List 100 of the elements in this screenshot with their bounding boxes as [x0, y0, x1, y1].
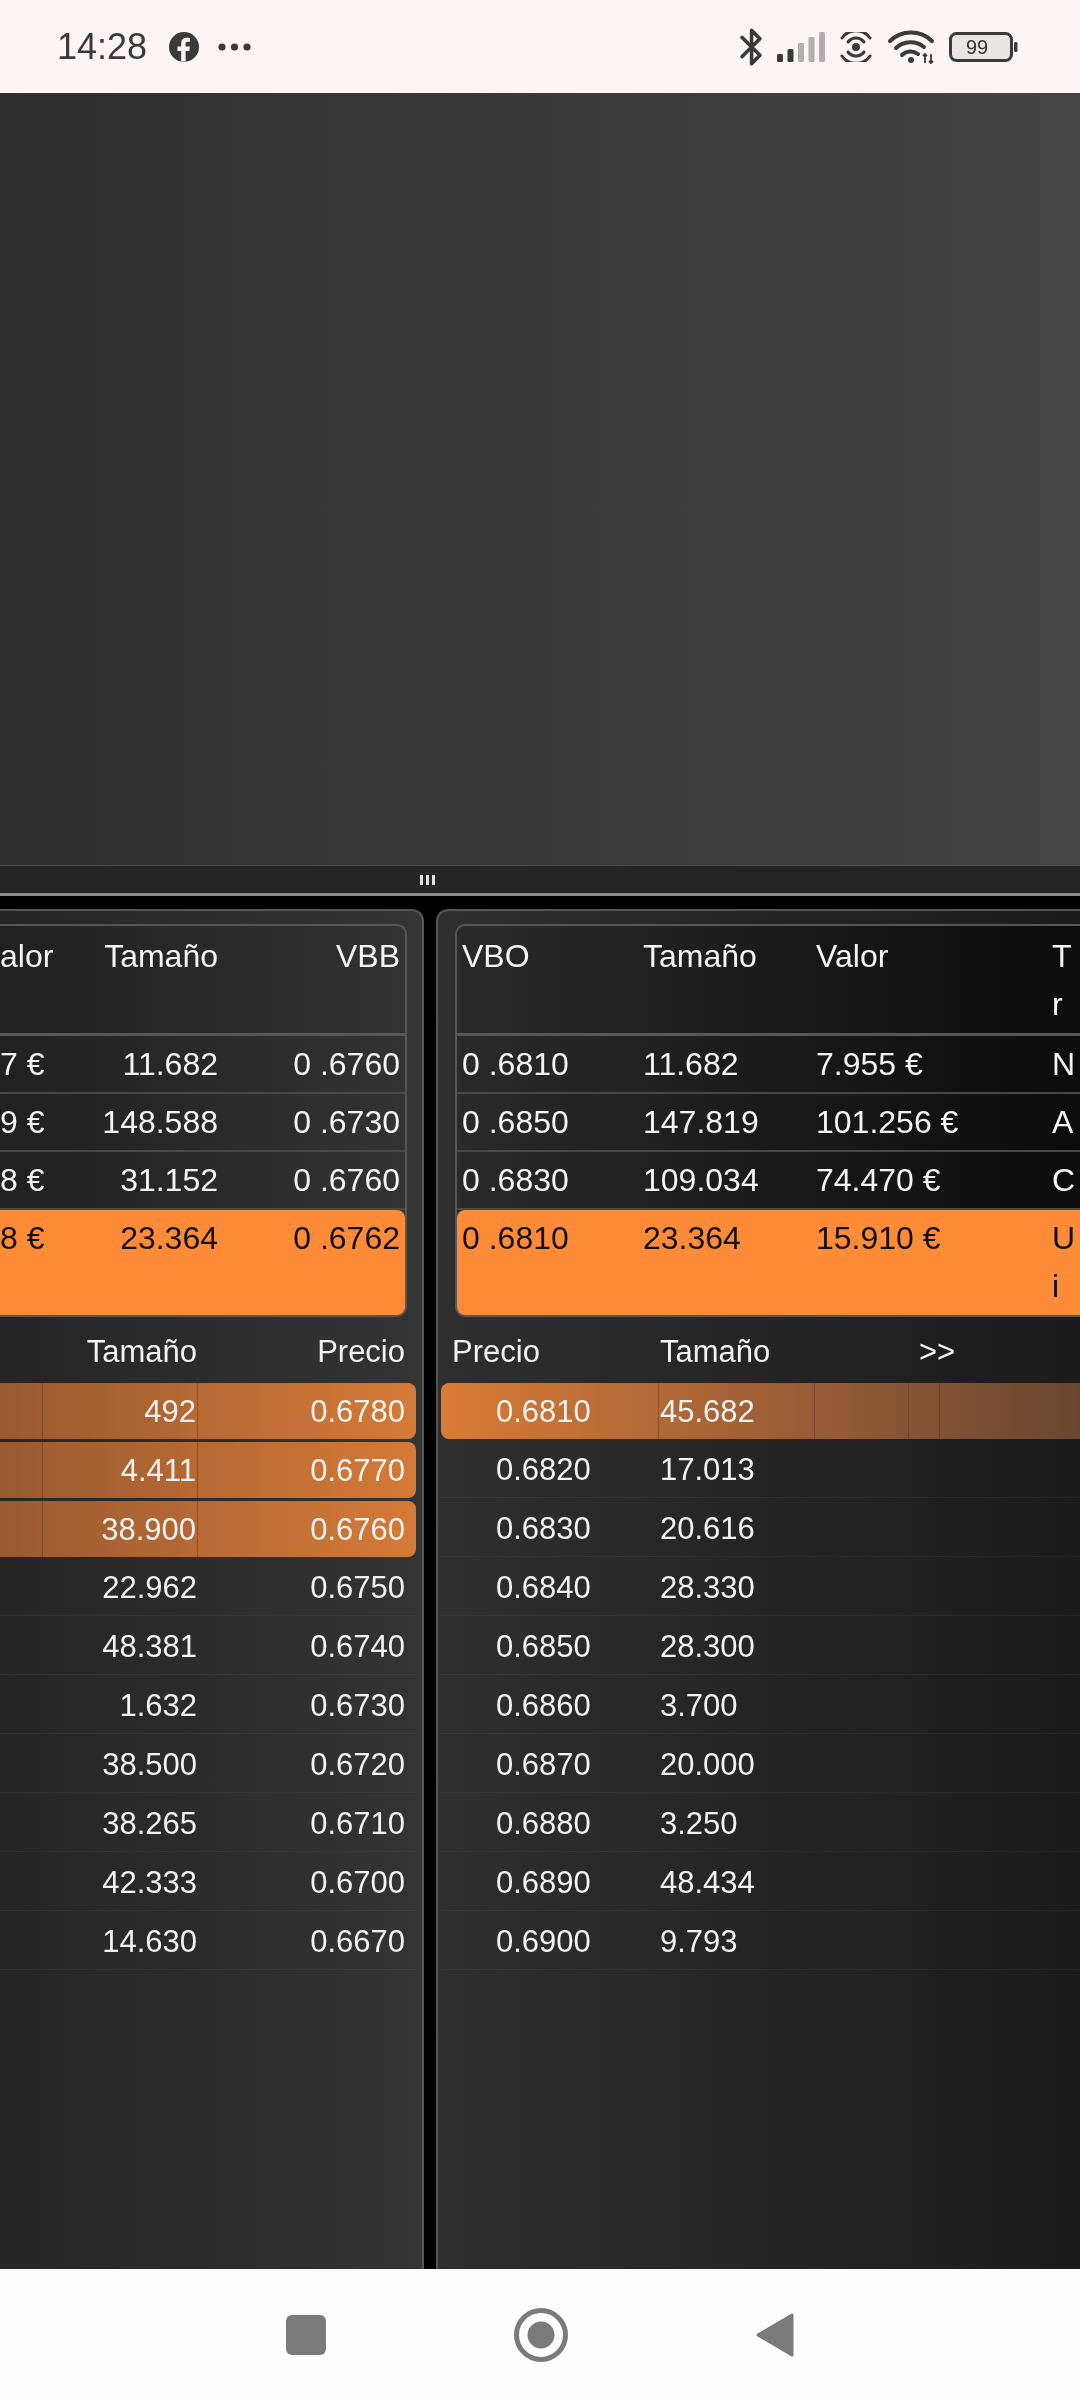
more-columns-button[interactable]: >> — [919, 1335, 956, 1367]
order-row[interactable]: 4.411 0.6770 — [0, 1442, 416, 1498]
table-cell-text: 9 € — [0, 1103, 45, 1142]
table-cell-text: N — [1052, 1045, 1076, 1084]
size-cell: 28.300 — [660, 1631, 755, 1662]
column-header: Valor — [816, 937, 889, 976]
size-cell: 22.962 — [102, 1572, 197, 1603]
size-cell: 45.682 — [660, 1395, 755, 1427]
table-cell-text: 109.034 — [643, 1161, 759, 1200]
order-row[interactable]: 38.500 0.6720 — [0, 1737, 416, 1793]
table-cell-text: A — [1052, 1103, 1074, 1142]
table-row[interactable]: 9 € 148.588 0 .6730 — [0, 1094, 405, 1152]
table-row[interactable]: 0 .6810 11.682 7.955 € N — [457, 1036, 1080, 1094]
recents-icon[interactable] — [286, 2314, 326, 2355]
table-cell-text: 0 .6730 — [293, 1103, 400, 1142]
table-cell-text: 0 .6830 — [462, 1161, 569, 1200]
home-icon[interactable] — [514, 2307, 568, 2362]
table-cell-text: 148.588 — [102, 1103, 218, 1142]
order-row[interactable]: 22.962 0.6750 — [0, 1560, 416, 1616]
table-cell-text: 0 .6810 — [462, 1045, 569, 1084]
column-header: Precio — [317, 1333, 405, 1369]
order-row[interactable]: 0.6820 17.013 — [441, 1442, 1080, 1498]
column-header: Tamaño — [86, 1333, 197, 1369]
size-cell: 38.265 — [102, 1808, 197, 1839]
size-cell: 48.434 — [660, 1867, 755, 1898]
order-row[interactable]: 0.6810 45.682 — [441, 1383, 1080, 1439]
table-cell-text: 23.364 — [120, 1219, 218, 1258]
price-cell: 0.6700 — [310, 1867, 405, 1898]
size-cell: 3.700 — [660, 1690, 738, 1721]
bluetooth-icon — [738, 27, 764, 66]
battery-icon — [949, 31, 1018, 62]
table-cell-text: 31.152 — [120, 1161, 218, 1200]
table-cell-text: 0 .6762 — [293, 1219, 400, 1258]
table-cell-text: 0 .6810 — [462, 1219, 569, 1258]
size-cell: 492 — [144, 1395, 196, 1427]
back-icon[interactable] — [756, 2311, 794, 2358]
order-row[interactable]: 492 0.6780 — [0, 1383, 416, 1439]
table-cell-text: 11.682 — [122, 1045, 218, 1084]
price-cell: 0.6830 — [496, 1513, 591, 1544]
size-cell: 20.616 — [660, 1513, 755, 1544]
price-cell: 0.6820 — [496, 1454, 591, 1485]
size-cell: 38.500 — [102, 1749, 197, 1780]
price-cell: 0.6730 — [310, 1690, 405, 1721]
order-row[interactable]: 0.6900 9.793 — [441, 1914, 1080, 1970]
size-cell: 4.411 — [120, 1454, 196, 1486]
grip-handle-icon[interactable] — [420, 874, 435, 885]
column-header: T r — [1052, 937, 1072, 1024]
table-cell-text: 0 .6850 — [462, 1103, 569, 1142]
price-cell: 0.6810 — [496, 1395, 591, 1427]
table-row[interactable]: 7 € 11.682 0 .6760 — [0, 1036, 405, 1094]
table-cell-text: 7.955 € — [816, 1045, 923, 1084]
table-cell-text: 23.364 — [643, 1219, 741, 1258]
signal-icon — [777, 31, 826, 62]
price-cell: 0.6780 — [310, 1395, 405, 1427]
price-cell: 0.6850 — [496, 1631, 591, 1662]
table-cell-text: 15.910 € — [816, 1219, 941, 1258]
column-header: Tamaño — [104, 937, 218, 976]
order-row[interactable]: 0.6880 3.250 — [441, 1796, 1080, 1852]
order-row[interactable]: 42.333 0.6700 — [0, 1855, 416, 1911]
price-cell: 0.6720 — [310, 1749, 405, 1780]
battery-level: 99 — [966, 36, 989, 57]
size-cell: 9.793 — [660, 1926, 738, 1957]
price-cell: 0.6870 — [496, 1749, 591, 1780]
order-row[interactable]: 0.6830 20.616 — [441, 1501, 1080, 1557]
table-cell-text: 8 € — [0, 1161, 45, 1200]
size-cell: 14.630 — [102, 1926, 197, 1957]
order-row[interactable]: 1.632 0.6730 — [0, 1678, 416, 1734]
price-cell: 0.6760 — [310, 1513, 405, 1545]
size-cell: 20.000 — [660, 1749, 755, 1780]
order-row[interactable]: 48.381 0.6740 — [0, 1619, 416, 1675]
order-row[interactable]: 0.6890 48.434 — [441, 1855, 1080, 1911]
price-cell: 0.6670 — [310, 1926, 405, 1957]
table-cell-text: 101.256 € — [816, 1103, 959, 1142]
order-row[interactable]: 0.6870 20.000 — [441, 1737, 1080, 1793]
column-header: VBB — [335, 937, 400, 976]
size-cell: 17.013 — [660, 1454, 755, 1485]
column-header: Tamaño — [643, 937, 757, 976]
clock: 14:28 — [57, 28, 148, 65]
order-row[interactable]: 0.6840 28.330 — [441, 1560, 1080, 1616]
table-row[interactable]: 0 .6810 23.364 15.910 € U i — [457, 1210, 1080, 1315]
price-cell: 0.6880 — [496, 1808, 591, 1839]
price-cell: 0.6740 — [310, 1631, 405, 1662]
table-cell-text: 0 .6760 — [293, 1045, 400, 1084]
size-cell: 42.333 — [102, 1867, 197, 1898]
order-row[interactable]: 0.6860 3.700 — [441, 1678, 1080, 1734]
order-row[interactable]: 38.265 0.6710 — [0, 1796, 416, 1852]
column-header: VBO — [462, 937, 530, 976]
order-row[interactable]: 14.630 0.6670 — [0, 1914, 416, 1970]
order-row[interactable]: 0.6850 28.300 — [441, 1619, 1080, 1675]
wifi-icon — [887, 29, 935, 64]
size-cell: 3.250 — [660, 1808, 738, 1839]
table-cell-text: 0 .6760 — [293, 1161, 400, 1200]
order-row[interactable]: 38.900 0.6760 — [0, 1501, 416, 1557]
table-cell-text: 7 € — [0, 1045, 45, 1084]
size-cell: 1.632 — [119, 1690, 197, 1721]
table-row[interactable]: 0 .6850 147.819 101.256 € A — [457, 1094, 1080, 1152]
table-cell-text: 74.470 € — [816, 1161, 941, 1200]
table-row[interactable]: 8 € 23.364 0 .6762 — [0, 1210, 405, 1315]
table-cell-text: 8 € — [0, 1219, 45, 1258]
size-cell: 48.381 — [102, 1631, 197, 1662]
